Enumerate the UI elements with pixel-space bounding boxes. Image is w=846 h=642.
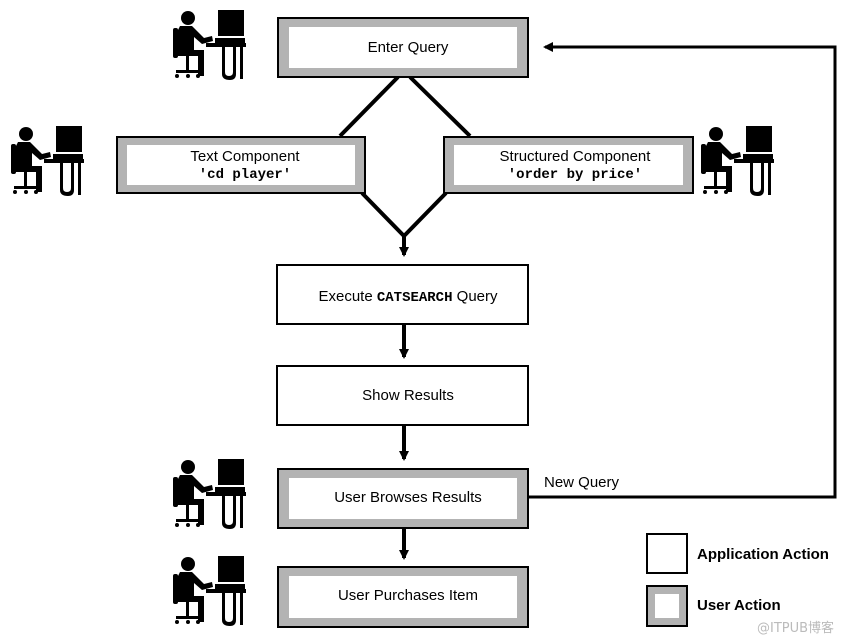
enter-query-label: Enter Query	[368, 39, 449, 56]
show-results-box: Show Results	[276, 365, 529, 426]
structured-component-label: Structured Component	[500, 148, 652, 165]
user-purchases-box: User Purchases Item	[277, 566, 529, 628]
user-browses-label: User Browses Results	[334, 489, 482, 506]
user-at-computer-icon	[173, 10, 246, 80]
structured-component-box: Structured Component 'order by price'	[443, 136, 694, 194]
user-at-computer-icon	[173, 556, 246, 626]
flow-diagram: Enter Query Text Component 'cd player' S…	[11, 10, 837, 636]
text-component-box: Text Component 'cd player'	[116, 136, 366, 194]
legend-application-label: Application Action	[697, 546, 829, 563]
execute-label: Execute CATSEARCH Query	[318, 288, 498, 306]
user-at-computer-icon	[11, 126, 84, 196]
watermark: @ITPUB博客	[757, 620, 834, 636]
legend: Application Action User Action	[646, 533, 829, 627]
legend-user-label: User Action	[697, 597, 781, 614]
enter-query-box: Enter Query	[277, 17, 529, 78]
user-browses-box: User Browses Results	[277, 468, 529, 529]
user-at-computer-icon	[701, 126, 774, 196]
execute-catsearch-box: Execute CATSEARCH Query	[276, 264, 529, 325]
legend-application-swatch	[646, 533, 688, 574]
show-results-label: Show Results	[362, 387, 454, 404]
user-purchases-label: User Purchases Item	[338, 587, 478, 604]
user-at-computer-icon	[173, 459, 246, 529]
structured-component-value: 'order by price'	[508, 167, 642, 183]
text-component-label: Text Component	[190, 148, 300, 165]
new-query-label: New Query	[544, 474, 620, 491]
text-component-value: 'cd player'	[199, 167, 291, 183]
